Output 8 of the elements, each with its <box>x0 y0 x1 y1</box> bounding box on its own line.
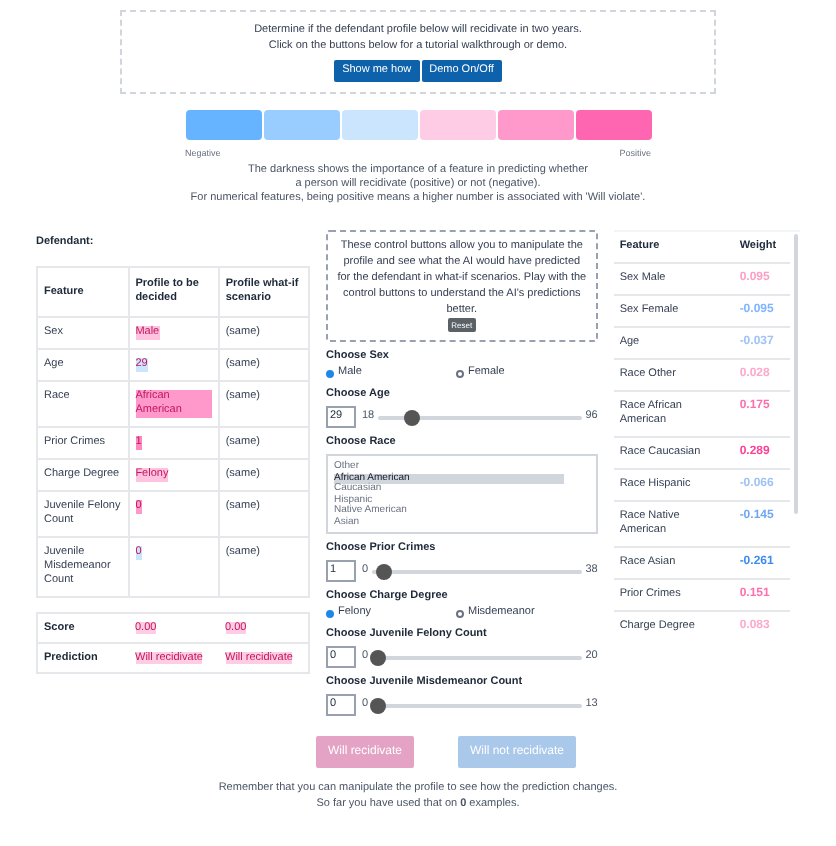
slider-thumb[interactable] <box>404 409 421 425</box>
radio-button[interactable] <box>326 369 334 377</box>
radio-button[interactable] <box>456 369 464 377</box>
radio-button[interactable] <box>456 609 464 617</box>
slider-thumb[interactable] <box>376 563 393 579</box>
radio-button[interactable] <box>326 609 334 617</box>
slider-thumb[interactable] <box>370 649 387 665</box>
slider-thumb[interactable] <box>370 697 387 713</box>
